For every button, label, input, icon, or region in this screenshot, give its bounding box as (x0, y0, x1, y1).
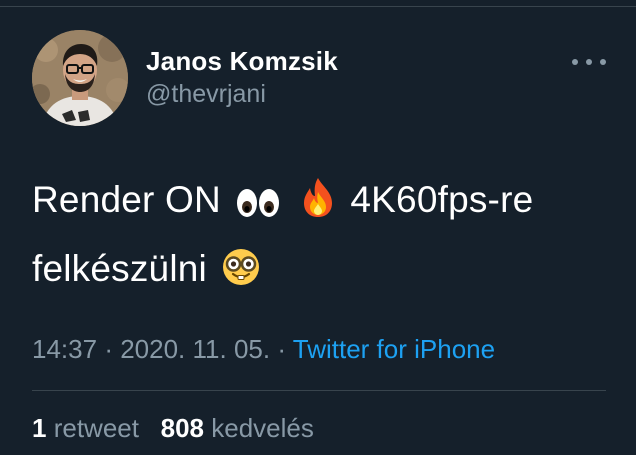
tweet-time[interactable]: 14:37 (32, 334, 97, 364)
tweet-text-part-2: 4K60fps-re (350, 179, 534, 220)
retweets-stat[interactable]: 1 retweet (32, 413, 139, 443)
author-display-name[interactable]: Janos Komzsik (146, 46, 338, 76)
retweets-label: retweet (53, 413, 139, 443)
likes-stat[interactable]: 808 kedvelés (161, 413, 314, 443)
eyes-emoji-icon (235, 174, 281, 237)
tweet-date[interactable]: 2020. 11. 05. (120, 334, 270, 364)
avatar[interactable] (32, 30, 128, 126)
meta-separator: · (104, 334, 113, 364)
more-options-button[interactable] (572, 52, 606, 72)
tweet-text-part-1: Render ON (32, 179, 221, 220)
more-dot-icon (572, 59, 578, 65)
tweet-source-link[interactable]: Twitter for iPhone (293, 334, 495, 364)
tweet-stats: 1 retweet 808 kedvelés (32, 411, 314, 445)
more-dot-icon (600, 59, 606, 65)
nerd-face-emoji-icon (221, 243, 261, 306)
tweet-author[interactable]: Janos Komzsik @thevrjani (146, 46, 338, 110)
meta-separator: · (277, 334, 286, 364)
fire-emoji-icon (300, 174, 336, 237)
tweet-text-part-3: felkészülni (32, 248, 207, 289)
tweet-detail: Janos Komzsik @thevrjani Render ON 4K60f… (0, 0, 636, 455)
tweet-meta: 14:37 · 2020. 11. 05. · Twitter for iPho… (32, 332, 495, 366)
likes-label: kedvelés (211, 413, 314, 443)
retweets-count: 1 (32, 413, 47, 443)
likes-count: 808 (160, 413, 205, 443)
tweet-text: Render ON 4K60fps-re felkészülni (32, 168, 612, 306)
stats-divider (32, 390, 606, 391)
author-handle[interactable]: @thevrjani (146, 78, 338, 110)
avatar-photo (32, 30, 128, 126)
more-dot-icon (586, 59, 592, 65)
